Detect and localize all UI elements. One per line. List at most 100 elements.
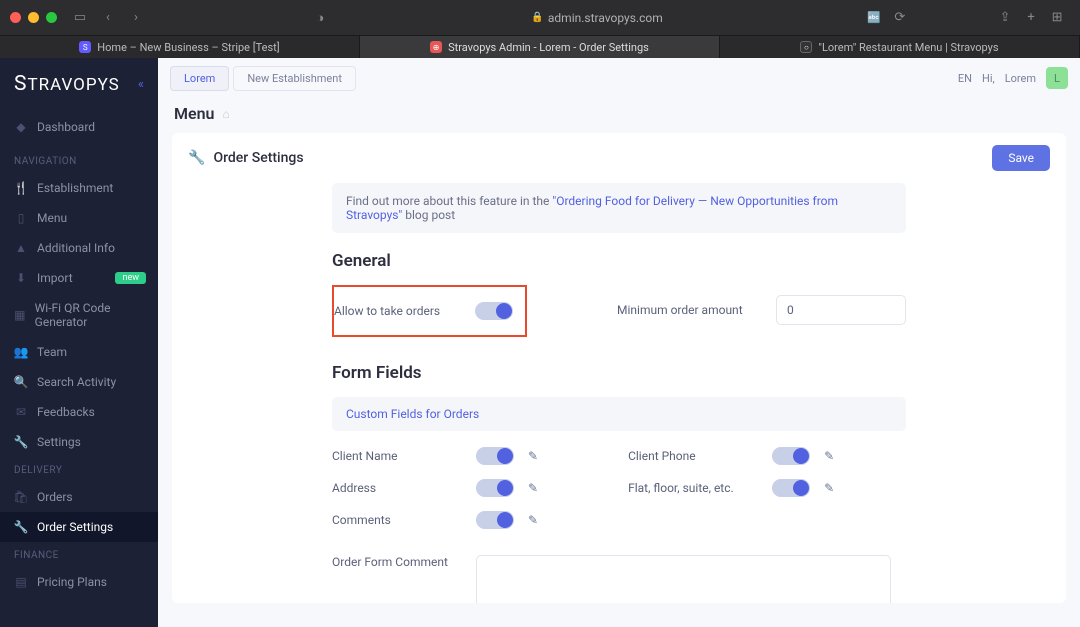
page-title: Menu (174, 104, 214, 123)
establishment-tab-lorem[interactable]: Lorem (170, 66, 229, 91)
utensils-icon: 🍴 (14, 181, 28, 195)
home-icon[interactable]: ⌂ (222, 107, 229, 121)
close-window[interactable] (10, 12, 21, 23)
client-phone-label: Client Phone (628, 449, 758, 463)
nav-label: Team (37, 345, 67, 359)
team-icon: 👥 (14, 345, 28, 359)
browser-toolbar: ▭ ‹ › ◑ 🔒 admin.stravopys.com 🔤 ⟳ ⇪ + ⊞ (0, 0, 1080, 36)
reload-icon[interactable]: ⟳ (887, 5, 913, 31)
highlighted-allow-orders: Allow to take orders (332, 285, 527, 337)
tab-label: "Lorem" Restaurant Menu | Stravopys (818, 41, 998, 54)
back-button[interactable]: ‹ (95, 5, 121, 31)
min-amount-label: Minimum order amount (617, 303, 762, 317)
sidebar-item-additional-info[interactable]: ▲ Additional Info (0, 233, 158, 263)
nav-label: Wi-Fi QR Code Generator (35, 301, 144, 329)
info-callout: Find out more about this feature in the … (332, 183, 906, 233)
sidebar-item-establishment[interactable]: 🍴 Establishment (0, 173, 158, 203)
edit-icon[interactable]: ✎ (528, 481, 538, 495)
nav-label: Order Settings (37, 520, 113, 534)
maximize-window[interactable] (46, 12, 57, 23)
nav-label: Additional Info (37, 241, 115, 255)
user-name[interactable]: Lorem (1005, 72, 1036, 85)
browser-tab-admin[interactable]: ⊕ Stravopys Admin - Lorem - Order Settin… (360, 36, 720, 58)
browser-tab-strip: S Home – New Business – Stripe [Test] ⊕ … (0, 36, 1080, 58)
edit-icon[interactable]: ✎ (528, 513, 538, 527)
tabs-overview-icon[interactable]: ⊞ (1044, 5, 1070, 31)
qr-icon: ▦ (14, 308, 26, 322)
comments-label: Comments (332, 513, 462, 527)
nav-label: Pricing Plans (37, 575, 107, 589)
favicon-restaurant: ○ (800, 41, 812, 53)
sidebar-item-settings[interactable]: 🔧 Settings (0, 427, 158, 457)
sidebar-item-menu[interactable]: ▯ Menu (0, 203, 158, 233)
badge-new: new (115, 272, 146, 284)
comments-toggle[interactable] (476, 511, 514, 529)
favicon-admin: ⊕ (430, 41, 442, 53)
sidebar-item-orders[interactable]: 🛍 Orders (0, 482, 158, 512)
custom-fields-bar: Custom Fields for Orders (332, 397, 906, 431)
wrench-icon: 🔧 (14, 520, 28, 534)
app-logo: STRAVOPYS (14, 72, 120, 96)
client-name-toggle[interactable] (476, 447, 514, 465)
sidebar-item-pricing[interactable]: ▤ Pricing Plans (0, 567, 158, 597)
new-tab-icon[interactable]: + (1018, 5, 1044, 31)
browser-tab-stripe[interactable]: S Home – New Business – Stripe [Test] (0, 36, 360, 58)
forward-button[interactable]: › (123, 5, 149, 31)
user-avatar[interactable]: L (1046, 67, 1068, 89)
app-topbar: Lorem New Establishment EN Hi, Lorem L (158, 58, 1080, 98)
section-general-title: General (332, 251, 906, 271)
url-text: admin.stravopys.com (548, 11, 663, 25)
min-amount-input[interactable] (776, 295, 906, 325)
sidebar-item-search-activity[interactable]: 🔍 Search Activity (0, 367, 158, 397)
save-button[interactable]: Save (992, 145, 1050, 171)
nav-label: Orders (37, 490, 73, 504)
card-title: Order Settings (213, 150, 303, 166)
lock-icon: 🔒 (531, 12, 543, 23)
address-bar[interactable]: 🔒 admin.stravopys.com (333, 11, 861, 25)
tab-label: Home – New Business – Stripe [Test] (97, 41, 279, 54)
translate-icon[interactable]: 🔤 (861, 5, 887, 31)
allow-orders-toggle[interactable] (475, 302, 513, 320)
logo-rest: TRAVOPYS (27, 75, 119, 95)
order-comment-textarea[interactable] (476, 555, 891, 603)
language-selector[interactable]: EN (958, 72, 972, 85)
browser-tab-restaurant[interactable]: ○ "Lorem" Restaurant Menu | Stravopys (720, 36, 1080, 58)
wrench-icon: 🔧 (188, 150, 205, 166)
basket-icon: 🛍 (14, 490, 28, 504)
info-prefix: Find out more about this feature in the (346, 194, 552, 208)
edit-icon[interactable]: ✎ (528, 449, 538, 463)
sidebar-toggle-icon[interactable]: ▭ (67, 5, 93, 31)
share-icon[interactable]: ⇪ (992, 5, 1018, 31)
nav-label: Settings (37, 435, 81, 449)
address-label: Address (332, 481, 462, 495)
search-icon: 🔍 (14, 375, 28, 389)
main-content: Lorem New Establishment EN Hi, Lorem L M… (158, 58, 1080, 627)
nav-label: Import (37, 271, 73, 285)
pricing-icon: ▤ (14, 575, 28, 589)
nav-section-title: DELIVERY (0, 457, 158, 482)
client-phone-toggle[interactable] (772, 447, 810, 465)
minimize-window[interactable] (28, 12, 39, 23)
sidebar-item-order-settings[interactable]: 🔧 Order Settings (0, 512, 158, 542)
edit-icon[interactable]: ✎ (824, 449, 834, 463)
import-icon: ⬇ (14, 271, 28, 285)
custom-fields-link[interactable]: Custom Fields for Orders (346, 407, 479, 421)
allow-orders-label: Allow to take orders (334, 304, 440, 318)
greeting: Hi, (982, 72, 995, 85)
flat-toggle[interactable] (772, 479, 810, 497)
client-name-label: Client Name (332, 449, 462, 463)
nav-label: Feedbacks (37, 405, 95, 419)
address-toggle[interactable] (476, 479, 514, 497)
edit-icon[interactable]: ✎ (824, 481, 834, 495)
sidebar-item-team[interactable]: 👥 Team (0, 337, 158, 367)
sidebar-item-dashboard[interactable]: ◆ Dashboard (0, 112, 158, 142)
sidebar-collapse-icon[interactable]: « (138, 77, 144, 92)
shield-icon[interactable]: ◑ (307, 5, 333, 31)
sidebar-item-feedbacks[interactable]: ✉ Feedbacks (0, 397, 158, 427)
establishment-tab-new[interactable]: New Establishment (233, 66, 356, 91)
sidebar-item-import[interactable]: ⬇ Import new (0, 263, 158, 293)
nav-label: Menu (37, 211, 67, 225)
sidebar-item-qr[interactable]: ▦ Wi-Fi QR Code Generator (0, 293, 158, 337)
info-suffix: blog post (402, 208, 455, 222)
nav-label: Search Activity (37, 375, 116, 389)
